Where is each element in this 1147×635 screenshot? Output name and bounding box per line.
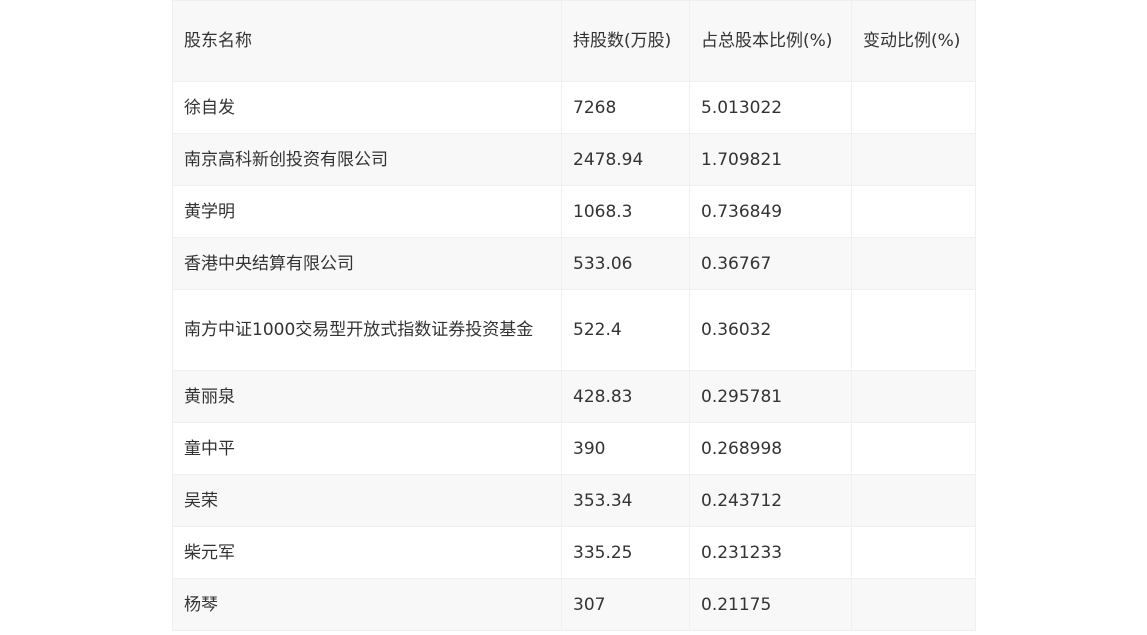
- cell-change: [851, 133, 976, 186]
- table-row: 南方中证1000交易型开放式指数证券投资基金 522.4 0.36032: [172, 289, 976, 371]
- table-row: 杨琴 307 0.21175: [172, 578, 976, 631]
- shareholder-table: 股东名称 持股数(万股) 占总股本比例(%) 变动比例(%) 徐自发 7268 …: [172, 0, 976, 631]
- table-row: 吴荣 353.34 0.243712: [172, 474, 976, 527]
- cell-change: [851, 474, 976, 527]
- shareholder-table-container: 股东名称 持股数(万股) 占总股本比例(%) 变动比例(%) 徐自发 7268 …: [172, 0, 976, 631]
- table-row: 南京高科新创投资有限公司 2478.94 1.709821: [172, 133, 976, 186]
- table-header: 股东名称 持股数(万股) 占总股本比例(%) 变动比例(%): [172, 0, 976, 82]
- cell-name: 南京高科新创投资有限公司: [172, 133, 562, 186]
- cell-ratio: 0.231233: [689, 526, 852, 579]
- cell-ratio: 0.36767: [689, 237, 852, 290]
- cell-shares: 522.4: [561, 289, 690, 371]
- table-row: 黄学明 1068.3 0.736849: [172, 185, 976, 238]
- cell-shares: 428.83: [561, 370, 690, 423]
- cell-shares: 1068.3: [561, 185, 690, 238]
- table-row: 黄丽泉 428.83 0.295781: [172, 370, 976, 423]
- header-change-ratio: 变动比例(%): [851, 0, 976, 82]
- table-row: 徐自发 7268 5.013022: [172, 81, 976, 134]
- header-share-ratio: 占总股本比例(%): [689, 0, 852, 82]
- cell-shares: 335.25: [561, 526, 690, 579]
- cell-shares: 7268: [561, 81, 690, 134]
- header-row: 股东名称 持股数(万股) 占总股本比例(%) 变动比例(%): [172, 0, 976, 82]
- table-row: 柴元军 335.25 0.231233: [172, 526, 976, 579]
- cell-change: [851, 289, 976, 371]
- cell-name: 童中平: [172, 422, 562, 475]
- cell-shares: 2478.94: [561, 133, 690, 186]
- cell-ratio: 0.21175: [689, 578, 852, 631]
- cell-ratio: 0.736849: [689, 185, 852, 238]
- cell-ratio: 0.243712: [689, 474, 852, 527]
- cell-ratio: 0.295781: [689, 370, 852, 423]
- header-shares-held: 持股数(万股): [561, 0, 690, 82]
- cell-change: [851, 422, 976, 475]
- table-body: 徐自发 7268 5.013022 南京高科新创投资有限公司 2478.94 1…: [172, 81, 976, 631]
- cell-name: 吴荣: [172, 474, 562, 527]
- cell-change: [851, 81, 976, 134]
- cell-change: [851, 526, 976, 579]
- cell-change: [851, 578, 976, 631]
- cell-shares: 533.06: [561, 237, 690, 290]
- cell-name: 徐自发: [172, 81, 562, 134]
- cell-name: 南方中证1000交易型开放式指数证券投资基金: [172, 289, 562, 371]
- cell-change: [851, 237, 976, 290]
- cell-ratio: 0.268998: [689, 422, 852, 475]
- cell-name: 杨琴: [172, 578, 562, 631]
- cell-name: 柴元军: [172, 526, 562, 579]
- cell-name: 黄学明: [172, 185, 562, 238]
- cell-shares: 390: [561, 422, 690, 475]
- cell-name: 香港中央结算有限公司: [172, 237, 562, 290]
- cell-change: [851, 185, 976, 238]
- cell-shares: 353.34: [561, 474, 690, 527]
- cell-ratio: 1.709821: [689, 133, 852, 186]
- cell-shares: 307: [561, 578, 690, 631]
- table-row: 童中平 390 0.268998: [172, 422, 976, 475]
- table-row: 香港中央结算有限公司 533.06 0.36767: [172, 237, 976, 290]
- cell-name: 黄丽泉: [172, 370, 562, 423]
- header-shareholder-name: 股东名称: [172, 0, 562, 82]
- cell-change: [851, 370, 976, 423]
- cell-ratio: 0.36032: [689, 289, 852, 371]
- cell-ratio: 5.013022: [689, 81, 852, 134]
